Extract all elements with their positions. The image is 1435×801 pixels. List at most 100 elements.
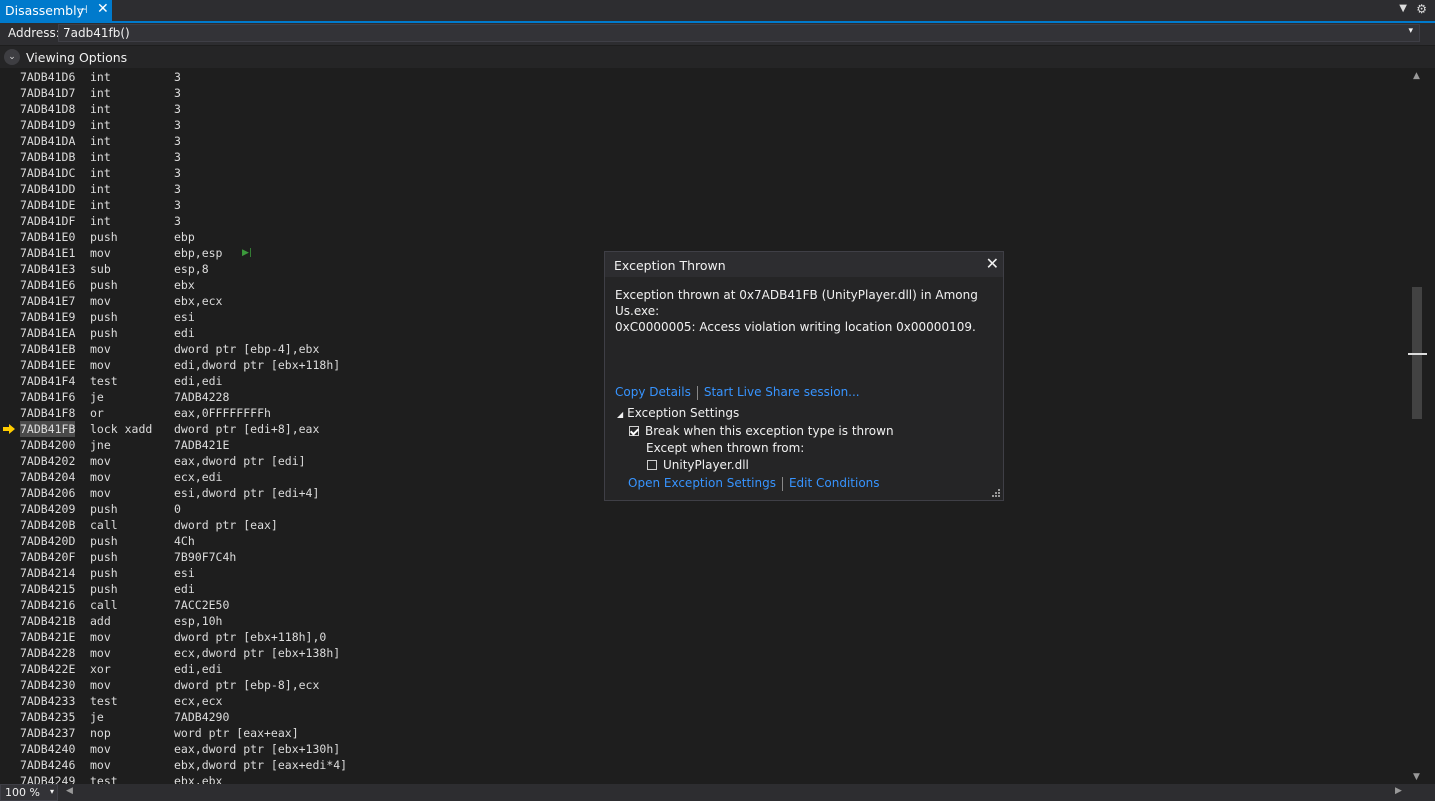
instruction-address: 7ADB41D9 — [20, 118, 76, 132]
instruction-mnemonic: add — [90, 614, 111, 628]
tab-disassembly[interactable]: Disassembly ⊣ ✕ — [0, 0, 112, 21]
instruction-address: 7ADB41E3 — [20, 262, 76, 276]
instruction-mnemonic: mov — [90, 758, 111, 772]
instruction-address: 7ADB41D6 — [20, 70, 76, 84]
instruction-address: 7ADB41E0 — [20, 230, 76, 244]
close-icon[interactable]: ✕ — [986, 254, 999, 273]
scroll-left-icon[interactable]: ◀ — [66, 786, 73, 796]
popup-header: Exception Thrown ✕ — [605, 252, 1003, 277]
instruction-operands: ebx — [174, 278, 195, 292]
instruction-operands: 3 — [174, 134, 181, 148]
exception-settings-label: Exception Settings — [627, 406, 740, 420]
tab-title: Disassembly — [5, 3, 84, 18]
copy-details-link[interactable]: Copy Details — [615, 385, 691, 399]
exception-message: Exception thrown at 0x7ADB41FB (UnityPla… — [615, 287, 995, 335]
instruction-address: 7ADB41E6 — [20, 278, 76, 292]
instruction-address: 7ADB4214 — [20, 566, 76, 580]
instruction-address: 7ADB41DD — [20, 182, 76, 196]
instruction-mnemonic: test — [90, 694, 118, 708]
instruction-mnemonic: int — [90, 102, 111, 116]
expand-toggle-icon[interactable]: ⌄ — [4, 49, 20, 65]
instruction-operands: eax,0FFFFFFFFh — [174, 406, 271, 420]
instruction-operands: edi,edi — [174, 662, 223, 676]
vertical-scrollbar[interactable]: ▲ ▼ — [1408, 69, 1427, 784]
instruction-mnemonic: int — [90, 134, 111, 148]
tab-overflow-menu-icon[interactable]: ▼ — [1399, 3, 1407, 14]
instruction-mnemonic: push — [90, 278, 118, 292]
instruction-operands: ebp — [174, 230, 195, 244]
resize-grip-icon[interactable] — [991, 488, 1000, 497]
instruction-mnemonic: int — [90, 166, 111, 180]
instruction-mnemonic: push — [90, 566, 118, 580]
viewing-options-label[interactable]: Viewing Options — [26, 50, 127, 65]
instruction-operands: edi,edi — [174, 374, 223, 388]
zoom-select[interactable]: 100 % ▾ — [0, 784, 58, 801]
address-value: 7adb41fb() — [63, 26, 130, 40]
instruction-address: 7ADB41EB — [20, 342, 76, 356]
instruction-address: 7ADB4204 — [20, 470, 76, 484]
instruction-address: 7ADB4237 — [20, 726, 76, 740]
break-when-thrown-checkbox[interactable] — [629, 426, 639, 436]
instruction-address: 7ADB41F8 — [20, 406, 76, 420]
module-label: UnityPlayer.dll — [663, 458, 749, 472]
instruction-operands: esi — [174, 566, 195, 580]
instruction-operands: 4Ch — [174, 534, 195, 548]
instruction-operands: 7B90F7C4h — [174, 550, 237, 564]
module-checkbox[interactable] — [647, 460, 657, 470]
open-exception-settings-link[interactable]: Open Exception Settings — [628, 476, 776, 490]
instruction-operands: 3 — [174, 182, 181, 196]
instruction-mnemonic: push — [90, 534, 118, 548]
chevron-down-icon[interactable]: ▾ — [50, 787, 54, 796]
instruction-mnemonic: xor — [90, 662, 111, 676]
exception-helper-popup: Exception Thrown ✕ Exception thrown at 0… — [604, 251, 1004, 501]
instruction-operands: edi,dword ptr [ebx+118h] — [174, 358, 341, 372]
address-input[interactable]: 7adb41fb() ▾ — [58, 24, 1420, 42]
instruction-address: 7ADB41DF — [20, 214, 76, 228]
instruction-mnemonic: lock xadd — [90, 422, 153, 436]
instruction-operands: 0 — [174, 502, 181, 516]
bottom-bar: 100 % ▾ ◀ ▶ — [0, 784, 1435, 801]
popup-title: Exception Thrown — [614, 258, 726, 273]
divider — [696, 385, 698, 400]
instruction-mnemonic: sub — [90, 262, 111, 276]
collapse-triangle-icon[interactable]: ◢ — [617, 410, 623, 419]
pin-icon[interactable]: ⊣ — [78, 3, 88, 16]
instruction-mnemonic: mov — [90, 294, 111, 308]
instruction-mnemonic: push — [90, 502, 118, 516]
break-when-thrown-option[interactable]: Break when this exception type is thrown — [629, 424, 894, 438]
instruction-operands: 7ADB4228 — [174, 390, 230, 404]
live-share-link[interactable]: Start Live Share session... — [704, 385, 860, 399]
scroll-right-icon[interactable]: ▶ — [1395, 786, 1402, 796]
chevron-down-icon[interactable]: ▾ — [1408, 26, 1413, 36]
instruction-mnemonic: jne — [90, 438, 111, 452]
module-exception-option[interactable]: UnityPlayer.dll — [647, 458, 749, 472]
instruction-address: 7ADB4228 — [20, 646, 76, 660]
instruction-mnemonic: mov — [90, 678, 111, 692]
instruction-mnemonic: nop — [90, 726, 111, 740]
instruction-address: 7ADB4249 — [20, 774, 76, 784]
instruction-mnemonic: push — [90, 582, 118, 596]
viewing-options-bar: ⌄ Viewing Options — [0, 46, 1435, 68]
edit-conditions-link[interactable]: Edit Conditions — [789, 476, 880, 490]
document-tab-bar: Disassembly ⊣ ✕ ▼ ⚙ — [0, 0, 1435, 23]
close-icon[interactable]: ✕ — [97, 1, 109, 17]
instruction-operands: 7ACC2E50 — [174, 598, 230, 612]
run-to-click-icon[interactable]: ▶| — [242, 248, 252, 258]
scroll-up-icon[interactable]: ▲ — [1413, 71, 1420, 81]
instruction-operands: esp,8 — [174, 262, 209, 276]
instruction-operands: word ptr [eax+eax] — [174, 726, 299, 740]
instruction-mnemonic: mov — [90, 486, 111, 500]
scroll-down-icon[interactable]: ▼ — [1413, 772, 1420, 782]
instruction-operands: ebx,dword ptr [eax+edi*4] — [174, 758, 348, 772]
instruction-mnemonic: call — [90, 598, 118, 612]
instruction-address: 7ADB41DA — [20, 134, 76, 148]
instruction-mnemonic: je — [90, 710, 104, 724]
gear-icon[interactable]: ⚙ — [1416, 2, 1427, 16]
exception-settings-header[interactable]: ◢ Exception Settings — [617, 406, 739, 420]
instruction-operands: 3 — [174, 166, 181, 180]
instruction-address: 7ADB41E1 — [20, 246, 76, 260]
instruction-address: 7ADB4246 — [20, 758, 76, 772]
instruction-mnemonic: mov — [90, 246, 111, 260]
instruction-address: 7ADB41FB — [20, 421, 76, 437]
instruction-mnemonic: mov — [90, 630, 111, 644]
